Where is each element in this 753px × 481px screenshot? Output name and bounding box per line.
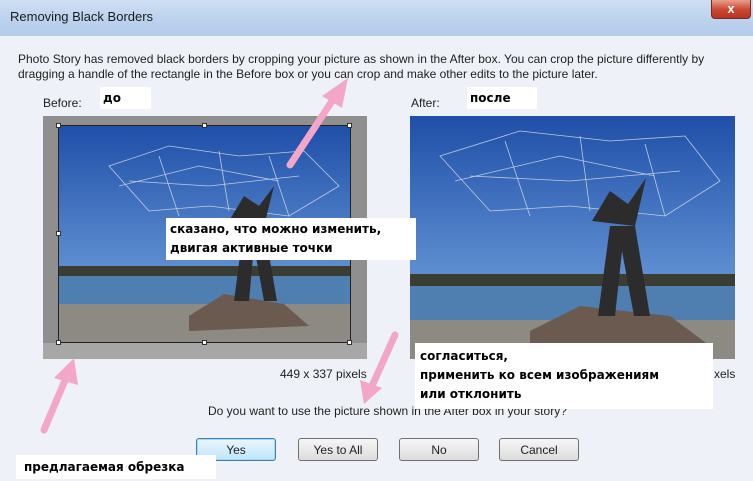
annotation-arrow-question [368, 331, 399, 390]
annotation-arrows [40, 78, 399, 434]
annotation-arrow-crop [40, 374, 70, 434]
annotation-arrow-description-head [322, 78, 348, 108]
annotation-arrow-description [286, 91, 340, 169]
annotation-arrow-crop-head [54, 358, 78, 385]
